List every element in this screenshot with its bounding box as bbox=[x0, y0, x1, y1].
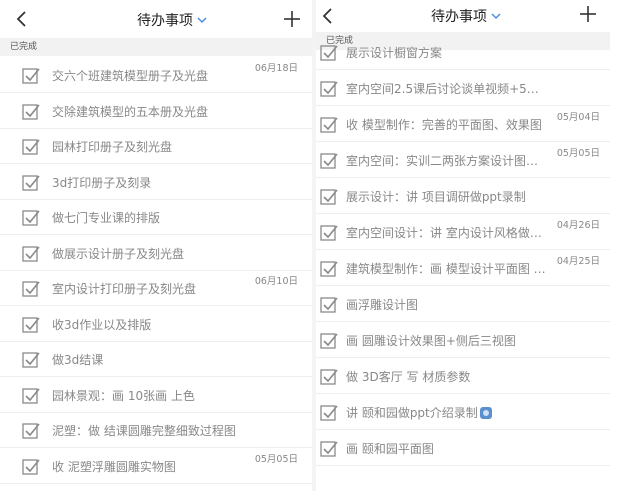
checked-checkbox-icon[interactable] bbox=[320, 296, 338, 314]
todo-item[interactable]: 室内空间设计：讲 室内设计风格做pp… 04月26日 bbox=[316, 215, 610, 250]
checked-checkbox-icon[interactable] bbox=[320, 440, 338, 458]
todo-item-date: 04月25日 bbox=[556, 256, 600, 267]
todo-item-label: 展示设计：讲 项目调研做ppt录制 bbox=[346, 190, 526, 204]
todo-item-label: 展示设计橱窗方案 bbox=[346, 46, 443, 60]
todo-item-label: 泥塑：做 结课圆雕完整细致过程图 bbox=[52, 424, 236, 438]
margin bbox=[610, 0, 640, 491]
todo-item[interactable]: 室内空间2.5课后讨论谈单视频+500… bbox=[316, 71, 610, 106]
todo-item-label: 收 泥塑浮雕圆雕实物图 bbox=[52, 459, 176, 474]
checked-checkbox-icon[interactable] bbox=[22, 351, 40, 369]
todo-screen-left: 待办事项 已完成 交六个班建筑模型册子及光盘 06月18日交除建筑模型的五本册及光… bbox=[0, 0, 312, 491]
checked-checkbox-icon[interactable] bbox=[320, 116, 338, 134]
todo-item[interactable]: 做 3D客厅 写 材质参数 bbox=[316, 359, 610, 394]
todo-item[interactable]: 做七门专业课的排版 bbox=[0, 200, 312, 235]
todo-item[interactable]: 做展示设计册子及刻光盘 bbox=[0, 236, 312, 271]
chevron-down-icon bbox=[197, 17, 207, 24]
todo-item[interactable]: 园林打印册子及刻光盘 bbox=[0, 129, 312, 164]
todo-item[interactable]: 画 颐和园平面图 bbox=[316, 431, 610, 466]
todo-item-date: 04月26日 bbox=[556, 220, 600, 231]
checked-checkbox-icon[interactable] bbox=[320, 44, 338, 62]
todo-item[interactable]: 展示设计：讲 项目调研做ppt录制 bbox=[316, 179, 610, 214]
todo-item[interactable]: 画浮雕设计图 bbox=[316, 287, 610, 322]
screenshot-collage: 待办事项 已完成 交六个班建筑模型册子及光盘 06月18日交除建筑模型的五本册及光… bbox=[0, 0, 640, 491]
nav-bar: 待办事项 bbox=[0, 0, 312, 38]
checked-checkbox-icon[interactable] bbox=[22, 458, 40, 476]
checked-checkbox-icon[interactable] bbox=[320, 152, 338, 170]
checked-checkbox-icon[interactable] bbox=[22, 422, 40, 440]
back-arrow-icon[interactable] bbox=[318, 6, 338, 26]
todo-item-label: 交六个班建筑模型册子及光盘 bbox=[52, 69, 209, 83]
todo-item-label: 做3d结课 bbox=[52, 353, 104, 367]
page-title: 待办事项 bbox=[137, 13, 193, 29]
todo-item-label: 室内空间设计：讲 室内设计风格做pp… bbox=[346, 226, 546, 240]
todo-item-date: 05月05日 bbox=[254, 453, 298, 465]
todo-item-date: 06月10日 bbox=[254, 276, 298, 287]
checked-checkbox-icon[interactable] bbox=[22, 387, 40, 405]
todo-item[interactable]: 室内设计打印册子及刻光盘 06月10日 bbox=[0, 271, 312, 306]
todo-list: 展示设计橱窗方案室内空间2.5课后讨论谈单视频+500… 收 模型制作：完善的平面… bbox=[316, 45, 610, 491]
checked-checkbox-icon[interactable] bbox=[320, 404, 338, 422]
checked-checkbox-icon[interactable] bbox=[320, 224, 338, 242]
todo-item[interactable]: 3d打印册子及刻录 bbox=[0, 165, 312, 200]
todo-item-label: 做 3D客厅 写 材质参数 bbox=[346, 370, 471, 384]
checked-checkbox-icon[interactable] bbox=[22, 245, 40, 263]
checked-checkbox-icon[interactable] bbox=[22, 103, 40, 121]
todo-item-label: 室内空间：实训二两张方案设计图上色 bbox=[346, 154, 546, 168]
checked-checkbox-icon[interactable] bbox=[22, 316, 40, 334]
checked-checkbox-icon[interactable] bbox=[22, 138, 40, 156]
add-icon[interactable] bbox=[282, 9, 302, 29]
todo-list: 交六个班建筑模型册子及光盘 06月18日交除建筑模型的五本册及光盘 园林打印册子及刻… bbox=[0, 56, 312, 491]
checked-checkbox-icon[interactable] bbox=[320, 260, 338, 278]
checked-checkbox-icon[interactable] bbox=[320, 80, 338, 98]
checked-checkbox-icon[interactable] bbox=[320, 188, 338, 206]
todo-item-label: 园林打印册子及刻光盘 bbox=[52, 140, 173, 154]
todo-item[interactable]: 园林景观：画 10张画 上色 bbox=[0, 378, 312, 413]
todo-item-date: 05月05日 bbox=[556, 148, 600, 159]
page-title-dropdown[interactable]: 待办事项 bbox=[137, 10, 207, 30]
checked-checkbox-icon[interactable] bbox=[22, 280, 40, 298]
todo-item-label: 交除建筑模型的五本册及光盘 bbox=[52, 104, 209, 119]
app-badge-icon bbox=[479, 407, 492, 419]
add-icon[interactable] bbox=[578, 4, 598, 24]
todo-screen-right: 待办事项 已完成 展示设计橱窗方案 室内空间2.5课后讨论谈单视频+500… 收 模… bbox=[316, 0, 610, 491]
todo-item-label: 建筑模型制作：画 模型设计平面图 效… bbox=[346, 262, 546, 276]
todo-item-label: 做七门专业课的排版 bbox=[52, 211, 161, 225]
todo-item-label: 画 圆雕设计效果图+侧后三视图 bbox=[346, 334, 516, 348]
todo-item[interactable]: 收 模型制作：完善的平面图、效果图 05月04日 bbox=[316, 107, 610, 142]
todo-item[interactable]: 展示设计橱窗方案 bbox=[316, 35, 610, 70]
checked-checkbox-icon[interactable] bbox=[22, 174, 40, 192]
todo-item-label: 收 模型制作：完善的平面图、效果图 bbox=[346, 118, 542, 132]
page-title: 待办事项 bbox=[431, 9, 487, 25]
checked-checkbox-icon[interactable] bbox=[22, 67, 40, 85]
checked-checkbox-icon[interactable] bbox=[22, 209, 40, 227]
todo-item-label: 画浮雕设计图 bbox=[346, 298, 419, 312]
todo-item-label: 讲 颐和园做ppt介绍录制 bbox=[346, 404, 546, 421]
todo-item-label: 室内设计打印册子及刻光盘 bbox=[52, 282, 197, 296]
todo-item-label: 3d打印册子及刻录 bbox=[52, 175, 152, 190]
nav-bar: 待办事项 bbox=[316, 0, 610, 32]
page-title-dropdown[interactable]: 待办事项 bbox=[431, 6, 501, 26]
todo-item[interactable]: 交六个班建筑模型册子及光盘 06月18日 bbox=[0, 58, 312, 93]
checked-checkbox-icon[interactable] bbox=[320, 368, 338, 386]
todo-item-label: 园林景观：画 10张画 上色 bbox=[52, 388, 195, 403]
checked-checkbox-icon[interactable] bbox=[320, 332, 338, 350]
todo-item[interactable]: 泥塑：做 结课圆雕完整细致过程图 bbox=[0, 413, 312, 448]
completed-section-header: 已完成 bbox=[0, 38, 312, 56]
todo-item-label: 收3d作业以及排版 bbox=[52, 317, 152, 332]
todo-item-date: 05月04日 bbox=[556, 112, 600, 123]
chevron-down-icon bbox=[491, 13, 501, 20]
todo-item-label: 室内空间2.5课后讨论谈单视频+500… bbox=[346, 82, 546, 96]
todo-item[interactable]: 做3d结课 bbox=[0, 342, 312, 377]
todo-item-date: 06月18日 bbox=[254, 63, 298, 74]
todo-item[interactable]: 收3d作业以及排版 bbox=[0, 307, 312, 342]
todo-item[interactable]: 交除建筑模型的五本册及光盘 bbox=[0, 94, 312, 129]
todo-item[interactable]: 建筑模型制作：画 模型设计平面图 效… 04月25日 bbox=[316, 251, 610, 286]
back-arrow-icon[interactable] bbox=[12, 9, 32, 29]
todo-item[interactable]: 室内空间：实训二两张方案设计图上色 05月05日 bbox=[316, 143, 610, 178]
todo-item[interactable]: 画 圆雕设计效果图+侧后三视图 bbox=[316, 323, 610, 358]
todo-item-label: 画 颐和园平面图 bbox=[346, 442, 434, 456]
todo-item[interactable]: 收 泥塑浮雕圆雕实物图 05月05日 bbox=[0, 449, 312, 484]
todo-item[interactable]: 讲 颐和园做ppt介绍录制 bbox=[316, 395, 610, 430]
todo-item-label: 做展示设计册子及刻光盘 bbox=[52, 246, 185, 261]
